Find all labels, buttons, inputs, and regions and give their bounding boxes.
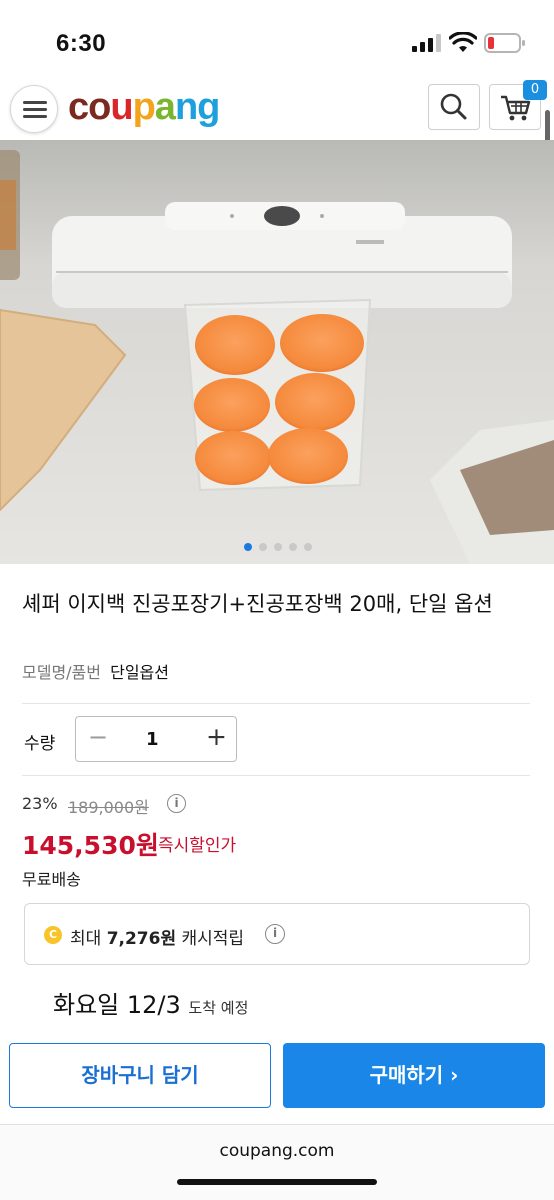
hamburger-icon <box>23 101 47 104</box>
coupang-logo[interactable]: coupang <box>68 86 220 129</box>
decrease-quantity-button[interactable]: − <box>88 723 108 751</box>
logo-letter: c <box>68 86 89 128</box>
status-bar: 6:30 <box>0 0 554 80</box>
coin-icon: C <box>44 926 62 944</box>
divider <box>22 775 530 776</box>
carousel-dots <box>244 536 319 551</box>
logo-letter: n <box>174 86 198 128</box>
cart-count-badge: 0 <box>523 80 547 100</box>
increase-quantity-button[interactable]: + <box>206 722 227 751</box>
logo-letter: a <box>154 86 176 128</box>
delivery-note: 도착 예정 <box>188 999 249 1017</box>
logo-letter: o <box>88 86 111 128</box>
bottom-action-bar: 장바구니 담기 구매하기 › <box>0 1030 554 1125</box>
model-value: 단일옵션 <box>110 663 169 682</box>
buy-now-button[interactable]: 구매하기 › <box>283 1043 545 1108</box>
info-icon[interactable]: i <box>265 924 285 944</box>
carousel-dot[interactable] <box>289 543 297 551</box>
cashback-prefix: 최대 <box>70 929 102 949</box>
original-price: 189,000원 <box>68 798 149 817</box>
home-indicator[interactable] <box>177 1179 377 1185</box>
cashback-amount: 7,276원 <box>106 929 177 949</box>
search-icon <box>440 93 467 120</box>
browser-url-bar: coupang.com <box>0 1125 554 1200</box>
delivery-date: 화요일 12/3 <box>53 991 181 1019</box>
battery-low-icon <box>484 33 525 53</box>
carousel-dot[interactable] <box>274 543 282 551</box>
site-header: coupang <box>0 80 554 140</box>
quantity-label: 수량 <box>24 734 56 754</box>
model-label: 모델명/품번 <box>22 663 101 682</box>
wifi-icon <box>449 32 477 52</box>
carousel-dot-active[interactable] <box>244 543 252 551</box>
search-button[interactable] <box>428 84 480 130</box>
add-to-cart-button[interactable]: 장바구니 담기 <box>9 1043 271 1108</box>
status-time: 6:30 <box>56 30 107 57</box>
carousel-dot[interactable] <box>304 543 312 551</box>
instant-discount-label: 즉시할인가 <box>158 836 237 856</box>
url-text[interactable]: coupang.com <box>0 1141 554 1161</box>
cashback-text: 최대 7,276원 캐시적립 <box>70 924 244 949</box>
discount-rate: 23% <box>22 794 58 813</box>
info-icon[interactable]: i <box>167 794 186 813</box>
model-number: 모델명/품번 단일옵션 <box>22 659 169 683</box>
sale-price: 145,530원 <box>22 831 159 860</box>
carousel-dot[interactable] <box>259 543 267 551</box>
logo-letter: p <box>132 86 156 128</box>
menu-button[interactable] <box>10 85 58 133</box>
quantity-stepper: − 1 + <box>75 716 237 762</box>
shipping-info: 무료배송 <box>22 870 81 889</box>
hamburger-icon-bar <box>23 115 47 118</box>
divider <box>22 703 530 704</box>
cellular-signal-icon <box>412 34 441 52</box>
logo-letter: g <box>197 86 220 128</box>
product-photo <box>0 140 554 564</box>
quantity-value[interactable]: 1 <box>146 729 159 750</box>
cashback-suffix: 캐시적립 <box>181 929 245 949</box>
logo-letter: u <box>110 86 133 128</box>
delivery-estimate: 화요일 12/3 도착 예정 <box>53 985 248 1020</box>
hamburger-icon-bar <box>23 108 47 111</box>
product-page: 6:30 coupang 0 셰퍼 이지백 진공포장기+진공포장백 20매, 단… <box>0 0 554 1200</box>
product-title: 셰퍼 이지백 진공포장기+진공포장백 20매, 단일 옵션 <box>22 592 493 616</box>
product-image-carousel[interactable] <box>0 140 554 564</box>
cashback-box: C 최대 7,276원 캐시적립 i <box>24 903 530 965</box>
